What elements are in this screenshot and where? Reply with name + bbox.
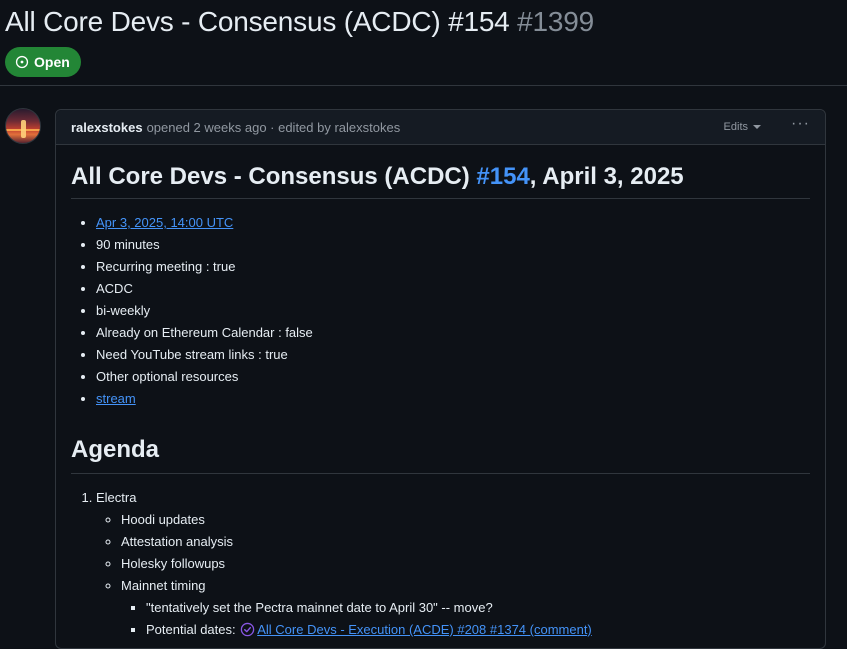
comment-meta: opened 2 weeks ago · edited by ralexstok… [146,119,401,135]
body-heading: All Core Devs - Consensus (ACDC) #154, A… [71,162,810,199]
list-item: Already on Ethereum Calendar : false [96,322,810,344]
comment-body: All Core Devs - Consensus (ACDC) #154, A… [56,145,825,641]
list-item: Hoodi updates [121,509,810,531]
comment-header: ralexstokes opened 2 weeks ago · edited … [56,110,825,145]
list-item: ACDC [96,278,810,300]
heading-prefix: All Core Devs - Consensus (ACDC) [71,163,477,190]
list-item-label: Mainnet timing [121,578,206,593]
heading-issue-link[interactable]: #154 [476,163,529,190]
meeting-info-list: Apr 3, 2025, 14:00 UTC 90 minutes Recurr… [71,212,810,410]
comment-author[interactable]: ralexstokes [71,120,143,135]
issue-opened-icon [15,55,29,69]
stream-link[interactable]: stream [96,391,136,406]
issue-title: All Core Devs - Consensus (ACDC) #154 #1… [5,4,847,40]
list-item: Holesky followups [121,553,810,575]
agenda-item-label: Electra [96,490,137,505]
agenda-item-electra: Electra Hoodi updates Attestation analys… [96,487,810,641]
issue-header: All Core Devs - Consensus (ACDC) #154 #1… [5,4,847,77]
header-divider [0,85,847,86]
open-state-badge: Open [5,47,81,77]
list-item-mainnet-timing: Mainnet timing "tentatively set the Pect… [121,575,810,641]
list-item: 90 minutes [96,234,810,256]
issue-comment: ralexstokes opened 2 weeks ago · edited … [55,109,826,649]
list-item: "tentatively set the Pectra mainnet date… [146,597,810,619]
list-item: Apr 3, 2025, 14:00 UTC [96,212,810,234]
list-item: Attestation analysis [121,531,810,553]
avatar-figure [21,120,26,138]
kebab-menu-icon[interactable]: ··· [791,115,810,133]
heading-suffix: , April 3, 2025 [529,163,684,190]
chevron-down-icon [753,125,762,129]
edits-label: Edits [723,121,749,133]
author-avatar[interactable] [5,108,41,144]
issue-title-text: All Core Devs - Consensus (ACDC) #154 [5,6,510,37]
meeting-time-link[interactable]: Apr 3, 2025, 14:00 UTC [96,215,233,230]
electra-sub-list: Hoodi updates Attestation analysis Holes… [96,509,810,641]
mainnet-timing-list: "tentatively set the Pectra mainnet date… [121,597,810,641]
list-item: bi-weekly [96,300,810,322]
issue-number: #1399 [517,6,595,37]
agenda-list: Electra Hoodi updates Attestation analys… [71,487,810,641]
list-item: Need YouTube stream links : true [96,344,810,366]
list-item: Potential dates: All Core Devs - Executi… [146,619,810,641]
state-label: Open [34,54,70,70]
edits-dropdown[interactable]: Edits [723,121,762,133]
list-item: Other optional resources [96,366,810,388]
list-item: Recurring meeting : true [96,256,810,278]
list-item: stream [96,388,810,410]
agenda-heading: Agenda [71,434,810,474]
